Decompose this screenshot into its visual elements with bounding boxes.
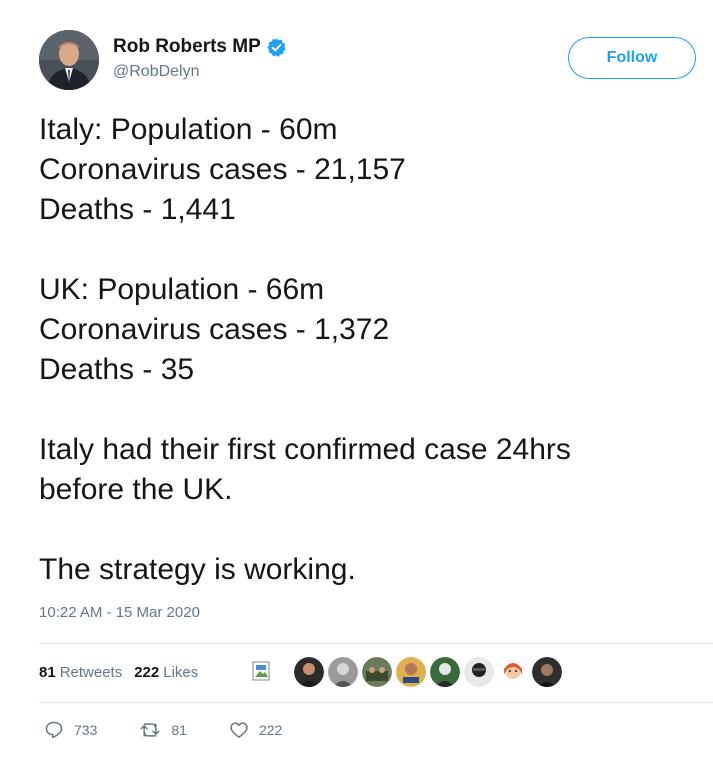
retweets-label: Retweets bbox=[59, 663, 123, 681]
like-button[interactable]: 222 bbox=[229, 720, 282, 740]
reply-button[interactable]: 733 bbox=[44, 720, 97, 740]
author-names: Rob Roberts MP @RobDelyn bbox=[113, 35, 287, 81]
reply-count: 733 bbox=[74, 722, 98, 738]
liker-avatar[interactable] bbox=[396, 657, 426, 687]
tweet-line: UK: Population - 66m bbox=[39, 273, 325, 306]
tweet-line: Italy had their first confirmed case 24h… bbox=[39, 433, 571, 466]
tweet-line: The strategy is working. bbox=[39, 553, 356, 586]
tweet-line-gap bbox=[39, 510, 699, 550]
author-avatar[interactable] bbox=[39, 30, 99, 90]
liker-avatar[interactable] bbox=[464, 657, 494, 687]
tweet-line: Deaths - 35 bbox=[39, 353, 195, 386]
tweet-actions: 733 81 222 bbox=[44, 716, 324, 744]
tweet-line: before the UK. bbox=[39, 473, 233, 506]
tweet-line: Italy: Population - 60m bbox=[39, 113, 338, 146]
likes-label: Likes bbox=[163, 663, 199, 681]
likes-stat[interactable]: 222 Likes bbox=[134, 664, 198, 681]
author-handle[interactable]: @RobDelyn bbox=[113, 63, 287, 81]
tweet-stats: 81 Retweets 222 Likes bbox=[39, 654, 210, 690]
retweets-stat[interactable]: 81 Retweets bbox=[39, 664, 122, 681]
liker-avatar[interactable] bbox=[430, 657, 460, 687]
retweets-count: 81 bbox=[39, 663, 56, 681]
tweet-text: Italy: Population - 60m Coronavirus case… bbox=[39, 110, 699, 590]
retweet-count: 81 bbox=[171, 722, 187, 738]
retweet-icon bbox=[140, 723, 160, 737]
likes-count: 222 bbox=[134, 663, 160, 681]
divider bbox=[39, 702, 713, 703]
tweet-header: Rob Roberts MP @RobDelyn Follow bbox=[39, 30, 696, 90]
liker-avatar[interactable] bbox=[498, 657, 528, 687]
tweet-line-gap bbox=[39, 230, 699, 270]
follow-button[interactable]: Follow bbox=[568, 37, 696, 79]
tweet-line: Coronavirus cases - 1,372 bbox=[39, 313, 390, 346]
liker-avatar[interactable] bbox=[362, 657, 392, 687]
author-display-name[interactable]: Rob Roberts MP bbox=[113, 36, 261, 58]
reply-icon bbox=[45, 721, 63, 739]
like-count: 222 bbox=[258, 722, 283, 738]
divider bbox=[39, 643, 713, 644]
liker-avatar[interactable] bbox=[532, 657, 562, 687]
tweet-timestamp[interactable]: 10:22 AM - 15 Mar 2020 bbox=[39, 604, 200, 621]
tweet-line: Coronavirus cases - 21,157 bbox=[39, 153, 406, 186]
broken-image-icon bbox=[252, 661, 274, 683]
like-icon bbox=[230, 722, 248, 738]
retweet-button[interactable]: 81 bbox=[139, 720, 187, 740]
verified-badge-icon bbox=[266, 37, 287, 58]
tweet-line-gap bbox=[39, 390, 699, 430]
liker-avatar[interactable] bbox=[294, 657, 324, 687]
tweet-line: Deaths - 1,441 bbox=[39, 193, 236, 226]
liker-avatars bbox=[252, 656, 566, 688]
liker-avatar[interactable] bbox=[328, 657, 358, 687]
